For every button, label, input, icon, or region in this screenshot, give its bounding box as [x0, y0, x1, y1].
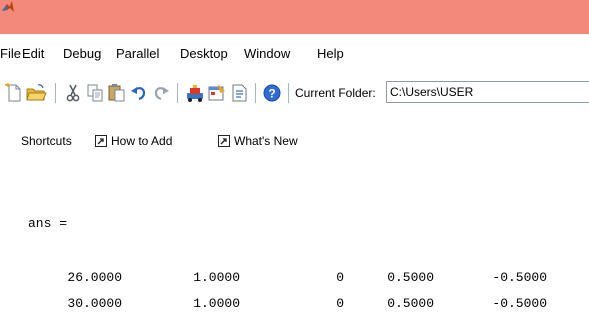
menu-parallel[interactable]: Parallel: [116, 46, 159, 61]
menu-bar: File Edit Debug Parallel Desktop Window …: [0, 34, 589, 70]
shortcut-arrow-icon: [95, 135, 107, 147]
menu-window[interactable]: Window: [244, 46, 290, 61]
current-folder-label: Current Folder:: [295, 86, 376, 100]
result-cell: 30.0000: [67, 296, 122, 311]
shortcut-arrow-icon: [218, 135, 230, 147]
toolbar-separator: [177, 83, 178, 103]
toolbar-separator: [55, 83, 56, 103]
redo-icon[interactable]: [150, 82, 172, 104]
menu-edit[interactable]: Edit: [22, 46, 44, 61]
paste-icon[interactable]: [106, 82, 128, 104]
menu-desktop[interactable]: Desktop: [180, 46, 228, 61]
help-icon[interactable]: ?: [261, 82, 283, 104]
shortcut-whats-new[interactable]: What's New: [234, 134, 298, 148]
ans-line: ans =: [28, 216, 68, 231]
open-folder-icon[interactable]: [25, 82, 47, 104]
copy-icon[interactable]: [84, 82, 106, 104]
simulink-icon[interactable]: [184, 82, 206, 104]
result-cell: 26.0000: [67, 270, 122, 285]
result-cell: -0.5000: [492, 270, 547, 285]
result-cell: 1.0000: [193, 296, 240, 311]
result-cell: 0.5000: [387, 296, 434, 311]
shortcut-how-to-add[interactable]: How to Add: [111, 134, 172, 148]
title-bar: [0, 0, 589, 34]
toolbar-separator: [288, 83, 289, 103]
toolbar-separator: [255, 83, 256, 103]
result-cell: 0: [336, 296, 344, 311]
undo-icon[interactable]: [128, 82, 150, 104]
cut-icon[interactable]: [62, 82, 84, 104]
result-cell: 0: [336, 270, 344, 285]
menu-help[interactable]: Help: [317, 46, 344, 61]
matlab-logo-icon[interactable]: [1, 0, 15, 14]
menu-file[interactable]: File: [0, 46, 21, 61]
profiler-icon[interactable]: [228, 82, 250, 104]
new-file-icon[interactable]: [3, 82, 25, 104]
menu-debug[interactable]: Debug: [63, 46, 101, 61]
result-cell: -0.5000: [492, 296, 547, 311]
svg-text:?: ?: [268, 87, 275, 101]
command-window[interactable]: ans = 26.0000 1.0000 0 0.5000 -0.5000 30…: [0, 158, 589, 331]
guide-icon[interactable]: [206, 82, 228, 104]
current-folder-input[interactable]: C:\Users\USER: [386, 81, 589, 103]
result-cell: 0.5000: [387, 270, 434, 285]
result-cell: 1.0000: [193, 270, 240, 285]
shortcuts-label[interactable]: Shortcuts: [21, 134, 72, 148]
